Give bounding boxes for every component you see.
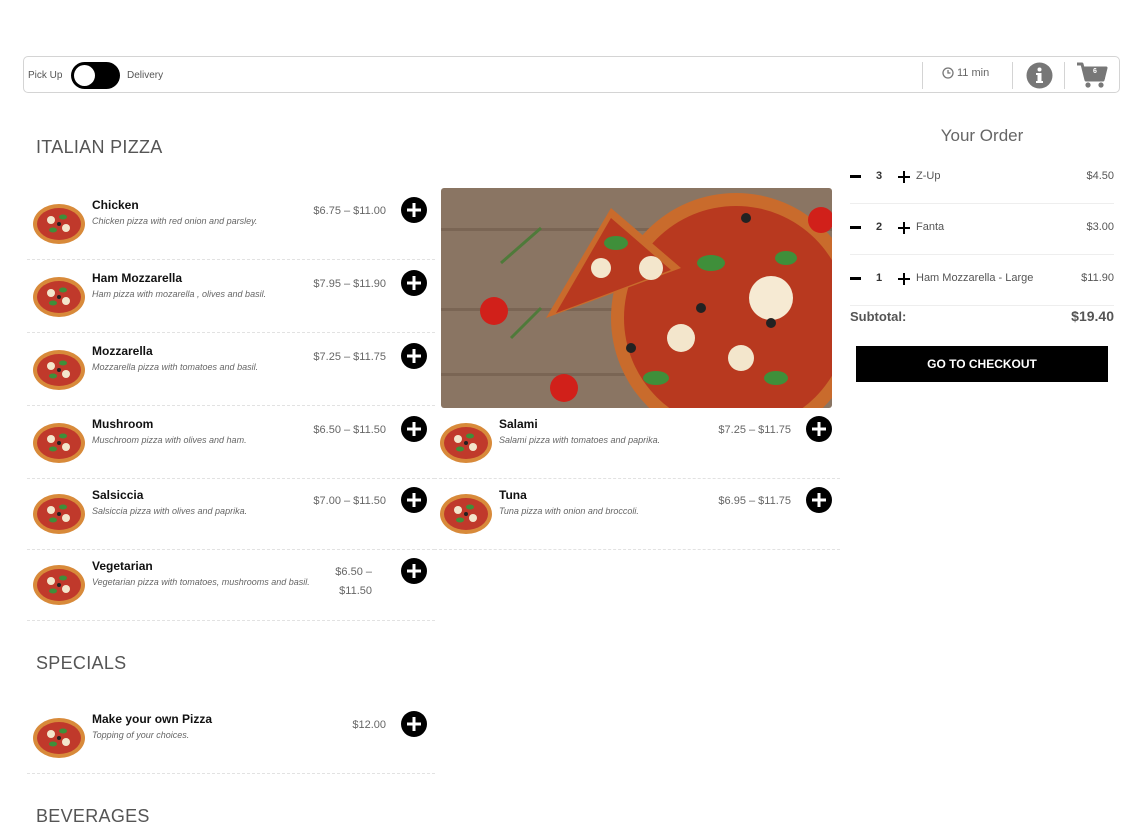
menu-item: Vegetarian Vegetarian pizza with tomatoes… [27, 549, 435, 621]
item-price: $6.50 – $11.50 [335, 566, 372, 597]
item-price: $7.25 – $11.75 [313, 351, 386, 363]
cart-button[interactable]: 6 [1076, 60, 1108, 90]
add-item-button[interactable] [806, 416, 832, 442]
add-item-button[interactable] [401, 343, 427, 369]
section-title-italian-pizza: ITALIAN PIZZA [36, 137, 163, 157]
increase-qty-button[interactable] [897, 272, 910, 285]
pizza-thumbnail [33, 494, 85, 534]
increase-qty-button[interactable] [897, 170, 910, 183]
item-name: Salami [499, 417, 538, 431]
item-name: Chicken [92, 198, 139, 212]
wait-time-text: 11 min [957, 67, 990, 79]
divider [1064, 62, 1065, 89]
pizza-thumbnail [440, 423, 492, 463]
item-description: Topping of your choices. [92, 730, 190, 740]
decrease-qty-button[interactable] [850, 277, 861, 280]
menu-item: Salami Salami pizza with tomatoes and pap… [434, 407, 840, 479]
item-price: $7.00 – $11.50 [313, 495, 386, 507]
pizza-thumbnail [33, 350, 85, 390]
item-name: Vegetarian [92, 559, 153, 573]
add-item-button[interactable] [401, 558, 427, 584]
item-description: Ham pizza with mozarella , olives and ba… [92, 289, 267, 299]
order-line: 1 Ham Mozzarella - Large $11.90 [850, 255, 1114, 306]
subtotal-value: $19.40 [1071, 308, 1114, 324]
item-description: Salami pizza with tomatoes and paprika. [499, 435, 661, 445]
hero-pizza-image [441, 188, 832, 408]
add-item-button[interactable] [401, 711, 427, 737]
item-description: Muschroom pizza with olives and ham. [92, 435, 247, 445]
item-description: Tuna pizza with onion and broccoli. [499, 506, 639, 516]
item-name: Salsiccia [92, 488, 144, 502]
item-price: $7.25 – $11.75 [718, 424, 791, 436]
order-qty: 2 [876, 221, 883, 233]
clock-icon [942, 67, 954, 79]
pickup-label: Pick Up [28, 70, 63, 81]
menu-item: Salsiccia Salsiccia pizza with olives and… [27, 478, 435, 550]
add-item-button[interactable] [401, 416, 427, 442]
item-name: Tuna [499, 488, 527, 502]
pizza-thumbnail [33, 204, 85, 244]
divider [922, 62, 923, 89]
pizza-thumbnail [440, 494, 492, 534]
add-item-button[interactable] [401, 197, 427, 223]
section-title-beverages: BEVERAGES [36, 806, 150, 826]
info-icon[interactable] [1026, 62, 1053, 89]
subtotal-label: Subtotal: [850, 309, 907, 324]
add-item-button[interactable] [806, 487, 832, 513]
pickup-delivery-toggle[interactable] [71, 62, 120, 89]
decrease-qty-button[interactable] [850, 175, 861, 178]
subtotal-row: Subtotal: $19.40 [850, 308, 1114, 329]
item-price: $6.50 – $11.50 [313, 424, 386, 436]
item-name: Ham Mozzarella [92, 271, 183, 285]
item-price: $6.95 – $11.75 [718, 495, 791, 507]
delivery-label: Delivery [127, 70, 164, 81]
pizza-thumbnail [33, 565, 85, 605]
item-price: $6.75 – $11.00 [313, 205, 386, 217]
pizza-thumbnail [33, 277, 85, 317]
pizza-thumbnail [33, 718, 85, 758]
toggle-knob [74, 65, 95, 86]
checkout-button[interactable]: GO TO CHECKOUT [856, 346, 1108, 382]
item-price: $12.00 [352, 719, 386, 731]
order-item-price: $3.00 [1086, 221, 1114, 233]
menu-item: Tuna Tuna pizza with onion and broccoli. $… [434, 478, 840, 550]
item-name: Mushroom [92, 417, 154, 431]
order-mode-bar: Pick Up Delivery 11 min 6 [23, 56, 1120, 93]
order-item-name: Ham Mozzarella - Large [916, 272, 1034, 284]
divider [1012, 62, 1013, 89]
item-description: Chicken pizza with red onion and parsley… [92, 216, 258, 226]
menu-item: Ham Mozzarella Ham pizza with mozarella ,… [27, 261, 435, 333]
order-item-name: Z-Up [916, 170, 941, 182]
section-title-specials: SPECIALS [36, 653, 127, 673]
order-title: Your Order [940, 126, 1024, 145]
increase-qty-button[interactable] [897, 221, 910, 234]
add-item-button[interactable] [401, 270, 427, 296]
order-item-price: $4.50 [1086, 170, 1114, 182]
wait-time: 11 min [942, 67, 989, 79]
pizza-photo [441, 188, 832, 408]
pizza-thumbnail [33, 423, 85, 463]
add-item-button[interactable] [401, 487, 427, 513]
item-description: Salsiccia pizza with olives and paprika. [92, 506, 248, 516]
menu-item: Mushroom Muschroom pizza with olives and … [27, 407, 435, 479]
item-price: $7.95 – $11.90 [313, 278, 386, 290]
order-line: 2 Fanta $3.00 [850, 204, 1114, 255]
item-description: Mozzarella pizza with tomatoes and basil… [92, 362, 259, 372]
order-qty: 1 [876, 272, 883, 284]
cart-count: 6 [1093, 68, 1097, 75]
menu-item: Mozzarella Mozzarella pizza with tomatoes… [27, 334, 435, 406]
menu-item: Chicken Chicken pizza with red onion and … [27, 188, 435, 260]
order-qty: 3 [876, 170, 883, 182]
order-item-name: Fanta [916, 221, 945, 233]
order-line: 3 Z-Up $4.50 [850, 153, 1114, 204]
menu-item: Make your own Pizza Topping of your choic… [27, 702, 435, 774]
decrease-qty-button[interactable] [850, 226, 861, 229]
item-description: Vegetarian pizza with tomatoes, mushroom… [92, 577, 310, 587]
item-name: Make your own Pizza [92, 712, 213, 726]
order-item-price: $11.90 [1081, 272, 1114, 284]
cart-icon [1077, 62, 1108, 88]
item-name: Mozzarella [92, 344, 153, 358]
